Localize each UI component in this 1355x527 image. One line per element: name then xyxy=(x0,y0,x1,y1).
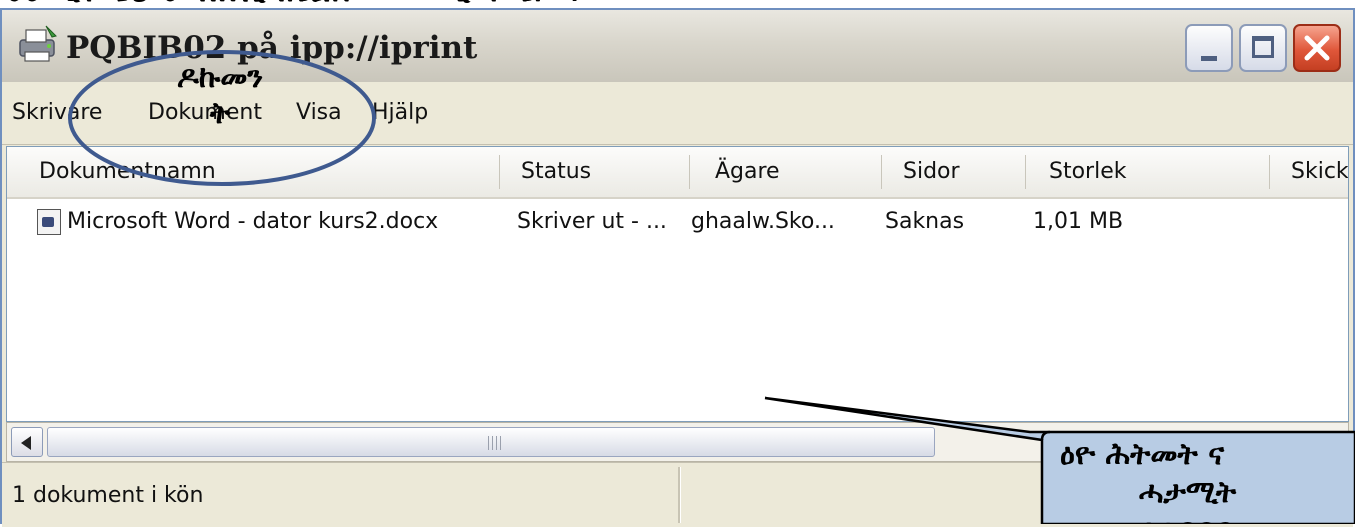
col-header-size[interactable]: Storlek xyxy=(1049,159,1126,184)
col-header-owner[interactable]: Ägare xyxy=(715,159,780,184)
table-row[interactable]: Microsoft Word - dator kurs2.docx Skrive… xyxy=(7,201,1348,241)
callout-annotation-label: ዕዮ ሕትመት ና ሓታሚት ኣዕዳዳዳ xyxy=(1060,436,1355,524)
cell-status: Skriver ut - ... xyxy=(517,209,667,234)
word-document-icon xyxy=(37,209,61,235)
col-header-submitted[interactable]: Skick xyxy=(1291,159,1348,184)
callout-line-3: ኣዕዳዳዳ xyxy=(1060,512,1355,524)
top-headline-fragment: ሀሁ ሂሃ ሄህ ሆ ለሉሊላሌልሎ መሙሚማሜምሞ xyxy=(0,0,1355,8)
column-divider[interactable] xyxy=(1269,155,1270,189)
menu-hjalp[interactable]: Hjälp xyxy=(372,100,428,125)
grip-icon xyxy=(488,436,502,450)
minimize-button[interactable] xyxy=(1185,24,1233,72)
menu-visa[interactable]: Visa xyxy=(296,100,342,125)
col-header-name[interactable]: Dokumentnamn xyxy=(39,159,216,184)
printer-icon xyxy=(19,25,57,62)
top-headline-text: ሀሁ ሂሃ ሄህ ሆ ለሉሊላሌልሎ መሙሚማሜምሞ xyxy=(8,0,595,8)
close-button[interactable] xyxy=(1293,24,1341,72)
scroll-thumb[interactable] xyxy=(47,427,935,457)
cell-owner: ghaalw.Sko... xyxy=(691,209,835,234)
callout-line-2: ሓታሚት xyxy=(1138,475,1237,510)
column-divider[interactable] xyxy=(1025,155,1026,189)
maximize-button[interactable] xyxy=(1239,24,1287,72)
column-divider[interactable] xyxy=(881,155,882,189)
minimize-icon xyxy=(1201,56,1217,61)
column-headers: Dokumentnamn Status Ägare Sidor Storlek … xyxy=(7,147,1348,199)
status-divider xyxy=(678,467,681,523)
cell-size: 1,01 MB xyxy=(1033,209,1124,234)
document-list[interactable]: Dokumentnamn Status Ägare Sidor Storlek … xyxy=(6,146,1349,422)
column-divider[interactable] xyxy=(499,155,500,189)
maximize-icon xyxy=(1252,36,1274,58)
column-divider[interactable] xyxy=(689,155,690,189)
cell-pages: Saknas xyxy=(885,209,965,234)
circle-annotation-label: ዶኩመን ት xyxy=(176,60,264,131)
cell-document-name: Microsoft Word - dator kurs2.docx xyxy=(67,209,439,234)
menu-skrivare[interactable]: Skrivare xyxy=(12,100,102,125)
queue-count-text: 1 dokument i kön xyxy=(12,483,204,508)
callout-line-1: ዕዮ ሕትመት ና xyxy=(1060,437,1225,472)
scroll-left-button[interactable] xyxy=(11,427,43,457)
close-icon xyxy=(1304,35,1330,61)
col-header-pages[interactable]: Sidor xyxy=(903,159,960,184)
col-header-status[interactable]: Status xyxy=(521,159,591,184)
